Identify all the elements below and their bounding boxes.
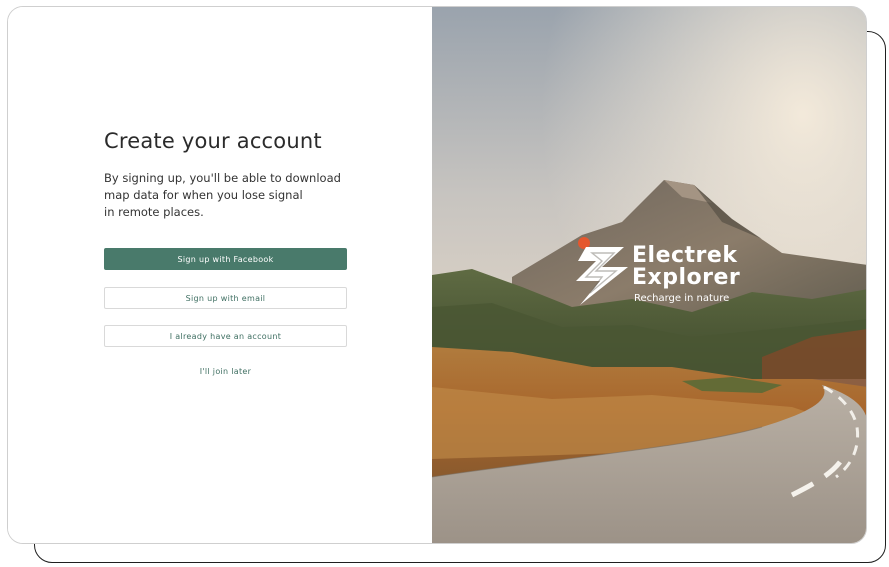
brand-name-line-2: Explorer	[632, 265, 741, 290]
description-line-3: in remote places.	[104, 205, 204, 219]
description-line-1: By signing up, you'll be able to downloa…	[104, 171, 341, 185]
signup-facebook-label: Sign up with Facebook	[177, 254, 274, 264]
signup-panel: Create your account By signing up, you'l…	[8, 7, 432, 543]
page-title: Create your account	[104, 129, 322, 153]
join-later-link[interactable]: I'll join later	[104, 367, 347, 376]
signup-facebook-button[interactable]: Sign up with Facebook	[104, 248, 347, 270]
signup-description: By signing up, you'll be able to downloa…	[104, 170, 344, 221]
brand-tagline: Recharge in nature	[634, 293, 730, 304]
zigzag-logo-icon	[576, 247, 628, 305]
description-line-2: map data for when you lose signal	[104, 188, 303, 202]
device-screen: Create your account By signing up, you'l…	[7, 6, 867, 544]
signup-email-button[interactable]: Sign up with email	[104, 287, 347, 309]
existing-account-label: I already have an account	[169, 331, 282, 341]
brand-logo: Electrek Explorer Recharge in nature	[566, 237, 776, 317]
canvas: Create your account By signing up, you'l…	[0, 0, 889, 567]
hero-photo: Electrek Explorer Recharge in nature	[432, 7, 866, 543]
signup-email-label: Sign up with email	[185, 293, 266, 303]
existing-account-button[interactable]: I already have an account	[104, 325, 347, 347]
